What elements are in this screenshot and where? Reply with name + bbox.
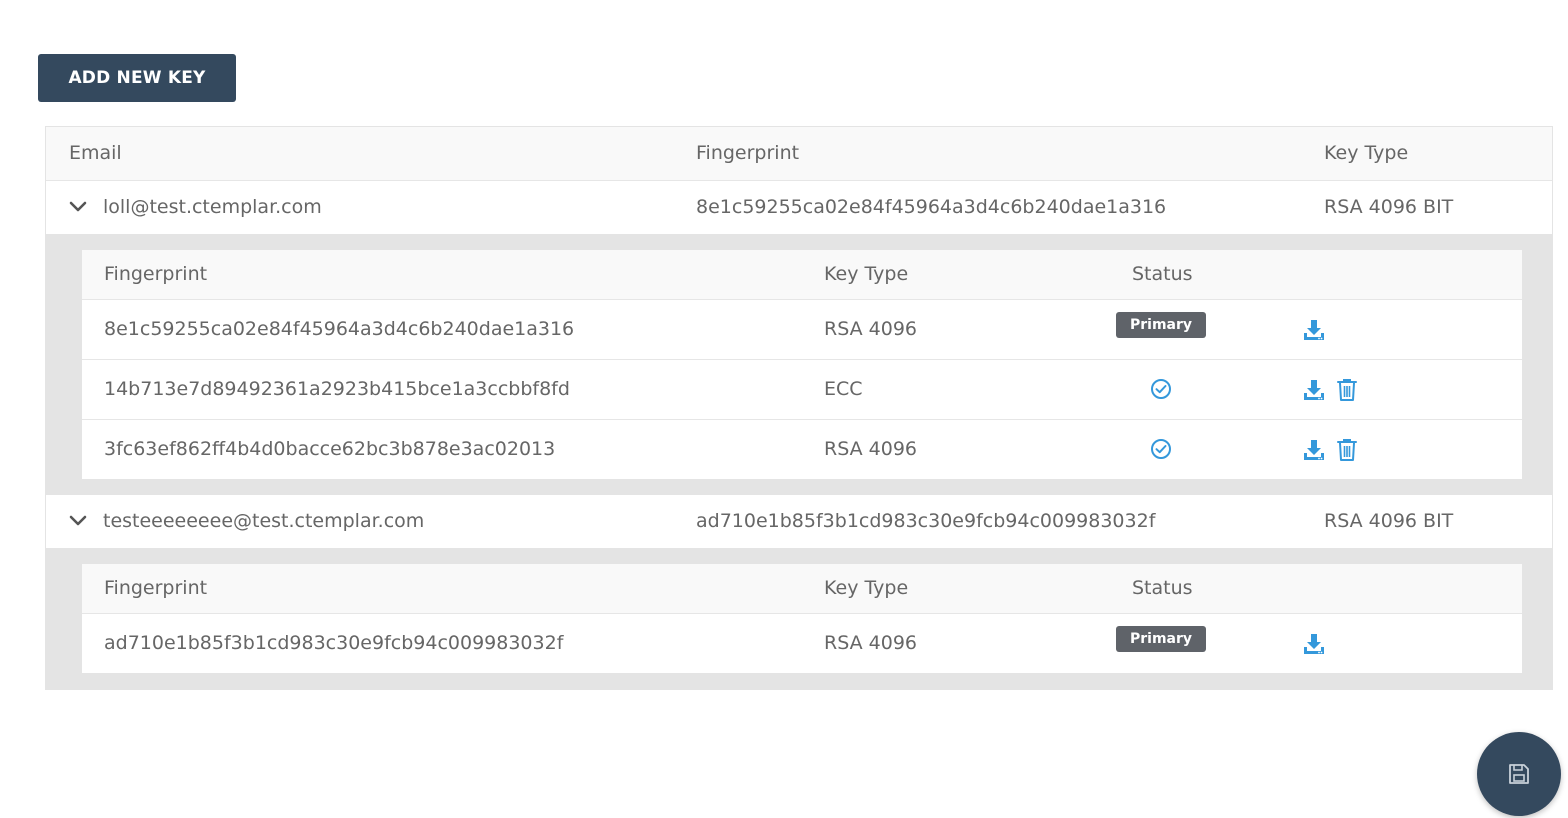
sub-keys-table: Fingerprint Key Type Status 8e1c59255ca0… xyxy=(82,250,1522,479)
check-circle-icon[interactable] xyxy=(1150,378,1172,400)
chevron-down-icon[interactable] xyxy=(68,511,88,531)
sub-table-header: Fingerprint Key Type Status xyxy=(82,564,1522,614)
sub-header-status: Status xyxy=(1132,263,1193,285)
table-row: ad710e1b85f3b1cd983c30e9fcb94c009983032f… xyxy=(82,614,1522,673)
download-icon[interactable] xyxy=(1302,632,1326,656)
header-fingerprint: Fingerprint xyxy=(696,142,800,164)
table-row: 8e1c59255ca02e84f45964a3d4c6b240dae1a316… xyxy=(82,300,1522,360)
email-value: loll@test.ctemplar.com xyxy=(103,196,322,218)
key-type: RSA 4096 xyxy=(824,438,918,460)
sub-header-key-type: Key Type xyxy=(824,577,909,599)
sub-table-header: Fingerprint Key Type Status xyxy=(82,250,1522,300)
sub-header-status: Status xyxy=(1132,577,1193,599)
key-type-value: RSA 4096 BIT xyxy=(1324,196,1454,218)
download-icon[interactable] xyxy=(1302,318,1326,342)
save-icon xyxy=(1509,764,1529,784)
table-row: 14b713e7d89492361a2923b415bce1a3ccbbf8fd… xyxy=(82,360,1522,420)
primary-badge: Primary xyxy=(1116,312,1206,338)
table-header: Email Fingerprint Key Type xyxy=(46,127,1552,181)
fingerprint-value: ad710e1b85f3b1cd983c30e9fcb94c009983032f xyxy=(696,510,1156,532)
header-email: Email xyxy=(69,142,122,164)
key-details-panel: Fingerprint Key Type Status ad710e1b85f3… xyxy=(46,548,1552,689)
download-icon[interactable] xyxy=(1302,438,1326,462)
key-type: RSA 4096 xyxy=(824,632,918,654)
sub-header-key-type: Key Type xyxy=(824,263,909,285)
chevron-down-icon[interactable] xyxy=(68,197,88,217)
fingerprint-value: 8e1c59255ca02e84f45964a3d4c6b240dae1a316 xyxy=(696,196,1167,218)
sub-keys-table: Fingerprint Key Type Status ad710e1b85f3… xyxy=(82,564,1522,673)
key-type-value: RSA 4096 BIT xyxy=(1324,510,1454,532)
keys-table: Email Fingerprint Key Type loll@test.cte… xyxy=(45,126,1553,690)
key-type: RSA 4096 xyxy=(824,318,918,340)
key-fingerprint: ad710e1b85f3b1cd983c30e9fcb94c009983032f xyxy=(104,632,564,654)
key-details-panel: Fingerprint Key Type Status 8e1c59255ca0… xyxy=(46,234,1552,495)
key-type: ECC xyxy=(824,378,863,400)
trash-icon[interactable] xyxy=(1337,378,1357,402)
add-new-key-button[interactable]: ADD NEW KEY xyxy=(38,54,236,102)
trash-icon[interactable] xyxy=(1337,438,1357,462)
header-key-type: Key Type xyxy=(1324,142,1409,164)
check-circle-icon[interactable] xyxy=(1150,438,1172,460)
download-icon[interactable] xyxy=(1302,378,1326,402)
email-row[interactable]: testeeeeeeee@test.ctemplar.com ad710e1b8… xyxy=(46,495,1552,548)
key-fingerprint: 3fc63ef862ff4b4d0bacce62bc3b878e3ac02013 xyxy=(104,438,556,460)
key-fingerprint: 8e1c59255ca02e84f45964a3d4c6b240dae1a316 xyxy=(104,318,575,340)
sub-header-fingerprint: Fingerprint xyxy=(104,263,208,285)
save-fab-button[interactable] xyxy=(1477,732,1561,816)
sub-header-fingerprint: Fingerprint xyxy=(104,577,208,599)
table-row: 3fc63ef862ff4b4d0bacce62bc3b878e3ac02013… xyxy=(82,420,1522,479)
email-value: testeeeeeeee@test.ctemplar.com xyxy=(103,510,425,532)
key-fingerprint: 14b713e7d89492361a2923b415bce1a3ccbbf8fd xyxy=(104,378,570,400)
primary-badge: Primary xyxy=(1116,626,1206,652)
email-row[interactable]: loll@test.ctemplar.com 8e1c59255ca02e84f… xyxy=(46,181,1552,234)
